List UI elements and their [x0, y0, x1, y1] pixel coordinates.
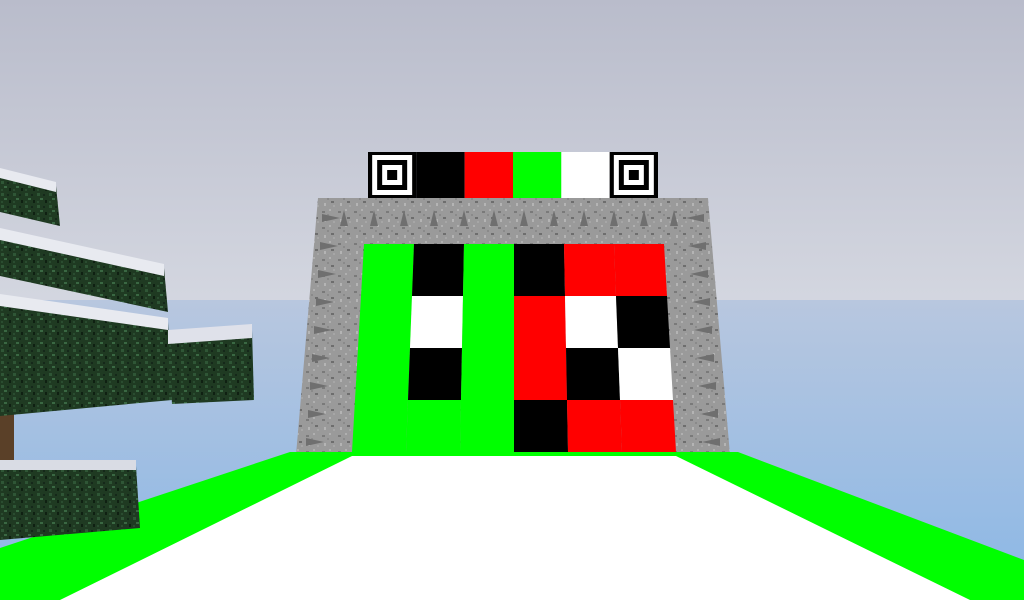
grid-cell: [514, 244, 565, 296]
grid-cell: [565, 296, 618, 348]
grid-cell: [355, 348, 410, 400]
grid-cell: [412, 244, 464, 296]
grid-cell: [460, 400, 514, 452]
color-pattern-grid: [352, 244, 676, 452]
grid-cell: [463, 244, 514, 296]
grid-cell: [566, 348, 620, 400]
grid-cell: [352, 400, 408, 452]
world-render: [0, 0, 1024, 600]
grid-cell: [620, 400, 676, 452]
grid-cell: [410, 296, 463, 348]
grid-cell: [514, 348, 567, 400]
grid-cell: [358, 296, 412, 348]
marker-strip: [368, 152, 658, 198]
grid-cell: [514, 400, 568, 452]
target-marker-icon: [368, 152, 417, 198]
strip-cell: [513, 152, 562, 198]
grid-cell: [514, 296, 566, 348]
grid-cell: [462, 296, 514, 348]
grid-cell: [406, 400, 461, 452]
strip-cell: [561, 152, 610, 198]
grid-cell: [564, 244, 616, 296]
grid-cell: [614, 244, 667, 296]
grid-cell: [618, 348, 673, 400]
strip-cell: [416, 152, 465, 198]
grid-cell: [567, 400, 622, 452]
grid-cell: [361, 244, 414, 296]
game-viewport[interactable]: [0, 0, 1024, 600]
strip-cell: [464, 152, 513, 198]
target-marker-icon: [609, 152, 658, 198]
grid-cell: [461, 348, 514, 400]
grid-cell: [408, 348, 462, 400]
grid-cell: [616, 296, 670, 348]
